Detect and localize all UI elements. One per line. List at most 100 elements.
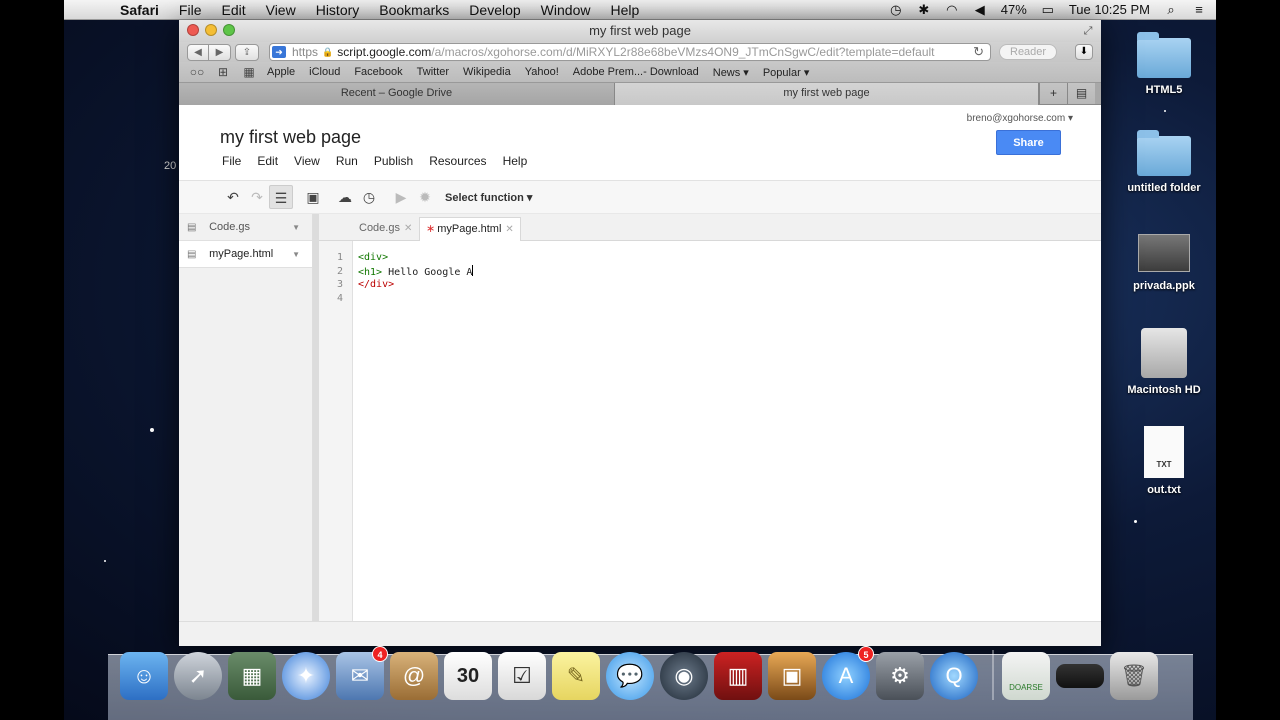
reload-icon[interactable]: ↻	[973, 44, 984, 60]
address-bar[interactable]: ➜ https 🔒 script.google.com /a/macros/xg…	[269, 43, 991, 61]
chevron-down-icon[interactable]: ▼	[292, 214, 300, 241]
wifi-icon[interactable]: ◠	[945, 2, 959, 17]
browser-tab-recent-drive[interactable]: Recent – Google Drive	[179, 83, 615, 105]
share-page-icon[interactable]: ⇪	[235, 43, 259, 61]
notification-center-icon[interactable]: ≡	[1192, 2, 1206, 17]
bookmark-wikipedia[interactable]: Wikipedia	[463, 66, 511, 78]
quicktime-icon[interactable]: Q	[930, 652, 978, 700]
app-menu-resources[interactable]: Resources	[429, 154, 486, 168]
close-tab-icon[interactable]: ✕	[404, 223, 412, 234]
debug-bug-icon[interactable]: ✹	[413, 185, 437, 209]
close-window-button[interactable]	[187, 24, 199, 36]
bookmark-news-folder[interactable]: News ▾	[713, 66, 749, 79]
trash-icon[interactable]: 🗑	[1110, 652, 1158, 700]
code-editor[interactable]: <div> <h1> Hello Google A </div>	[358, 251, 474, 306]
app-store-icon[interactable]: A5	[822, 646, 874, 700]
bookmark-popular-folder[interactable]: Popular ▾	[763, 66, 810, 79]
code-line-2[interactable]: <h1> Hello Google A	[358, 264, 474, 279]
menu-view[interactable]: View	[256, 0, 306, 20]
forward-button[interactable]: ▶	[209, 43, 231, 61]
notes-icon[interactable]: ✎	[552, 652, 600, 700]
share-button[interactable]: Share	[996, 130, 1061, 155]
volume-icon[interactable]: ◀	[973, 2, 987, 17]
bookmark-yahoo[interactable]: Yahoo!	[525, 66, 559, 78]
spotlight-search-icon[interactable]: ⌕	[1164, 2, 1178, 17]
window-titlebar[interactable]: my first web page ⤢	[179, 20, 1101, 42]
menu-help[interactable]: Help	[600, 0, 649, 20]
zoom-window-button[interactable]	[223, 24, 235, 36]
bookmark-icloud[interactable]: iCloud	[309, 66, 340, 78]
chevron-down-icon[interactable]: ▼	[292, 241, 300, 268]
calendar-icon[interactable]: 30	[444, 652, 492, 700]
deploy-cloud-icon[interactable]: ☁	[333, 185, 357, 209]
tab-overview-icon[interactable]: ▤	[1067, 83, 1095, 104]
undo-icon[interactable]: ↶	[221, 185, 245, 209]
menu-window[interactable]: Window	[531, 0, 601, 20]
file-item-code-gs[interactable]: ▤ Code.gs ▼	[179, 214, 312, 241]
app-menu-file[interactable]: File	[222, 154, 241, 168]
doarse-stack-icon[interactable]: DOARSE	[1002, 652, 1050, 700]
desktop-icon-out-txt[interactable]: TXT out.txt	[1116, 426, 1212, 496]
iphoto-icon[interactable]: ▣	[768, 652, 816, 700]
menu-bookmarks[interactable]: Bookmarks	[369, 0, 459, 20]
app-photo-icon[interactable]: ▦	[228, 652, 276, 700]
menu-history[interactable]: History	[306, 0, 370, 20]
menu-develop[interactable]: Develop	[459, 0, 530, 20]
apple-menu-icon[interactable]	[82, 2, 96, 18]
downloads-stack-icon[interactable]	[1056, 664, 1104, 688]
save-icon[interactable]: ▣	[301, 185, 325, 209]
bookmark-apple[interactable]: Apple	[267, 66, 295, 78]
messages-icon[interactable]: 💬	[606, 652, 654, 700]
browser-tab-my-first-web-page[interactable]: my first web page	[615, 83, 1039, 105]
system-preferences-gear-icon[interactable]: ⚙	[876, 652, 924, 700]
battery-icon[interactable]: ▭	[1041, 2, 1055, 17]
desktop-icon-privada-ppk[interactable]: privada.ppk	[1116, 234, 1212, 292]
app-menu-help[interactable]: Help	[503, 154, 528, 168]
launchpad-rocket-icon[interactable]: ➚	[174, 652, 222, 700]
menu-app-safari[interactable]: Safari	[110, 0, 169, 20]
app-menu-view[interactable]: View	[294, 154, 320, 168]
desktop-icon-html5[interactable]: HTML5	[1116, 32, 1212, 96]
code-line-4[interactable]	[358, 292, 473, 306]
reader-button[interactable]: Reader	[999, 44, 1058, 60]
file-item-mypage-html[interactable]: ▤ myPage.html ▼	[179, 241, 312, 268]
run-icon[interactable]: ▶	[389, 185, 413, 209]
editor-tab-code-gs[interactable]: Code.gs ✕	[353, 217, 418, 241]
bookmark-facebook[interactable]: Facebook	[354, 66, 402, 78]
menu-file[interactable]: File	[169, 0, 212, 20]
indent-icon[interactable]: ☰	[269, 185, 293, 209]
select-function-dropdown[interactable]: Select function ▾	[445, 191, 532, 204]
code-line-1[interactable]: <div>	[358, 251, 473, 265]
account-menu[interactable]: breno@xgohorse.com ▾	[967, 113, 1073, 124]
app-menu-run[interactable]: Run	[336, 154, 358, 168]
facetime-camera-icon[interactable]: ◉	[660, 652, 708, 700]
bookmark-twitter[interactable]: Twitter	[417, 66, 449, 78]
fullscreen-icon[interactable]: ⤢	[1081, 24, 1095, 38]
photo-booth-icon[interactable]: ▥	[714, 652, 762, 700]
reading-list-icon[interactable]: ○○	[189, 65, 205, 79]
code-line-3[interactable]: </div>	[358, 278, 473, 292]
new-tab-icon[interactable]: +	[1039, 83, 1067, 104]
mail-icon[interactable]: ✉ 4	[336, 646, 388, 700]
battery-percent[interactable]: 47%	[1001, 2, 1027, 17]
app-menu-edit[interactable]: Edit	[257, 154, 278, 168]
top-sites-icon[interactable]: ▦	[241, 65, 257, 79]
clock[interactable]: Tue 10:25 PM	[1069, 2, 1150, 17]
bluetooth-icon[interactable]: ✱	[917, 2, 931, 17]
reminders-icon[interactable]: ☑	[498, 652, 546, 700]
time-machine-icon[interactable]: ◷	[889, 2, 903, 17]
triggers-clock-icon[interactable]: ◷	[357, 185, 381, 209]
downloads-icon[interactable]: ⬇	[1075, 44, 1093, 60]
bookmarks-book-icon[interactable]: ⊞	[215, 65, 231, 79]
editor-tab-mypage-html[interactable]: ∗ myPage.html ✕	[419, 217, 521, 241]
menu-edit[interactable]: Edit	[211, 0, 255, 20]
back-button[interactable]: ◀	[187, 43, 209, 61]
contacts-icon[interactable]: @	[390, 652, 438, 700]
bookmark-adobe-download[interactable]: Adobe Prem...- Download	[573, 66, 699, 78]
finder-icon[interactable]: ☺	[120, 652, 168, 700]
desktop-icon-untitled-folder[interactable]: untitled folder	[1116, 130, 1212, 194]
minimize-window-button[interactable]	[205, 24, 217, 36]
redo-icon[interactable]: ↷	[245, 185, 269, 209]
close-tab-icon[interactable]: ✕	[505, 224, 513, 235]
safari-compass-icon[interactable]: ✦	[282, 652, 330, 700]
